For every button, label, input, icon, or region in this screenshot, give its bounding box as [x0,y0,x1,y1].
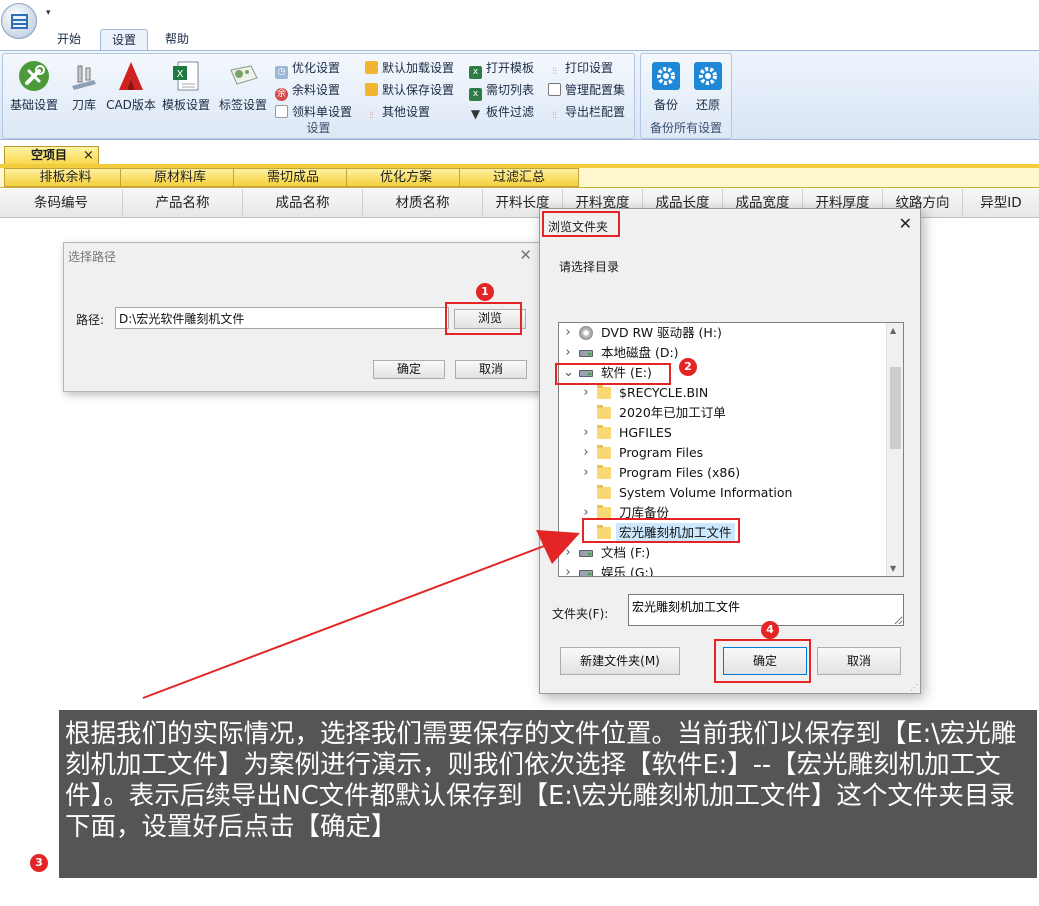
instruction-caption: 根据我们的实际情况，选择我们需要保存的文件位置。当前我们以保存到【E:\宏光雕刻… [59,710,1037,878]
step-badge-3: 3 [30,854,48,872]
step-badge-4: 4 [761,621,779,639]
step-badge-1: 1 [476,283,494,301]
step-badge-2: 2 [679,358,697,376]
